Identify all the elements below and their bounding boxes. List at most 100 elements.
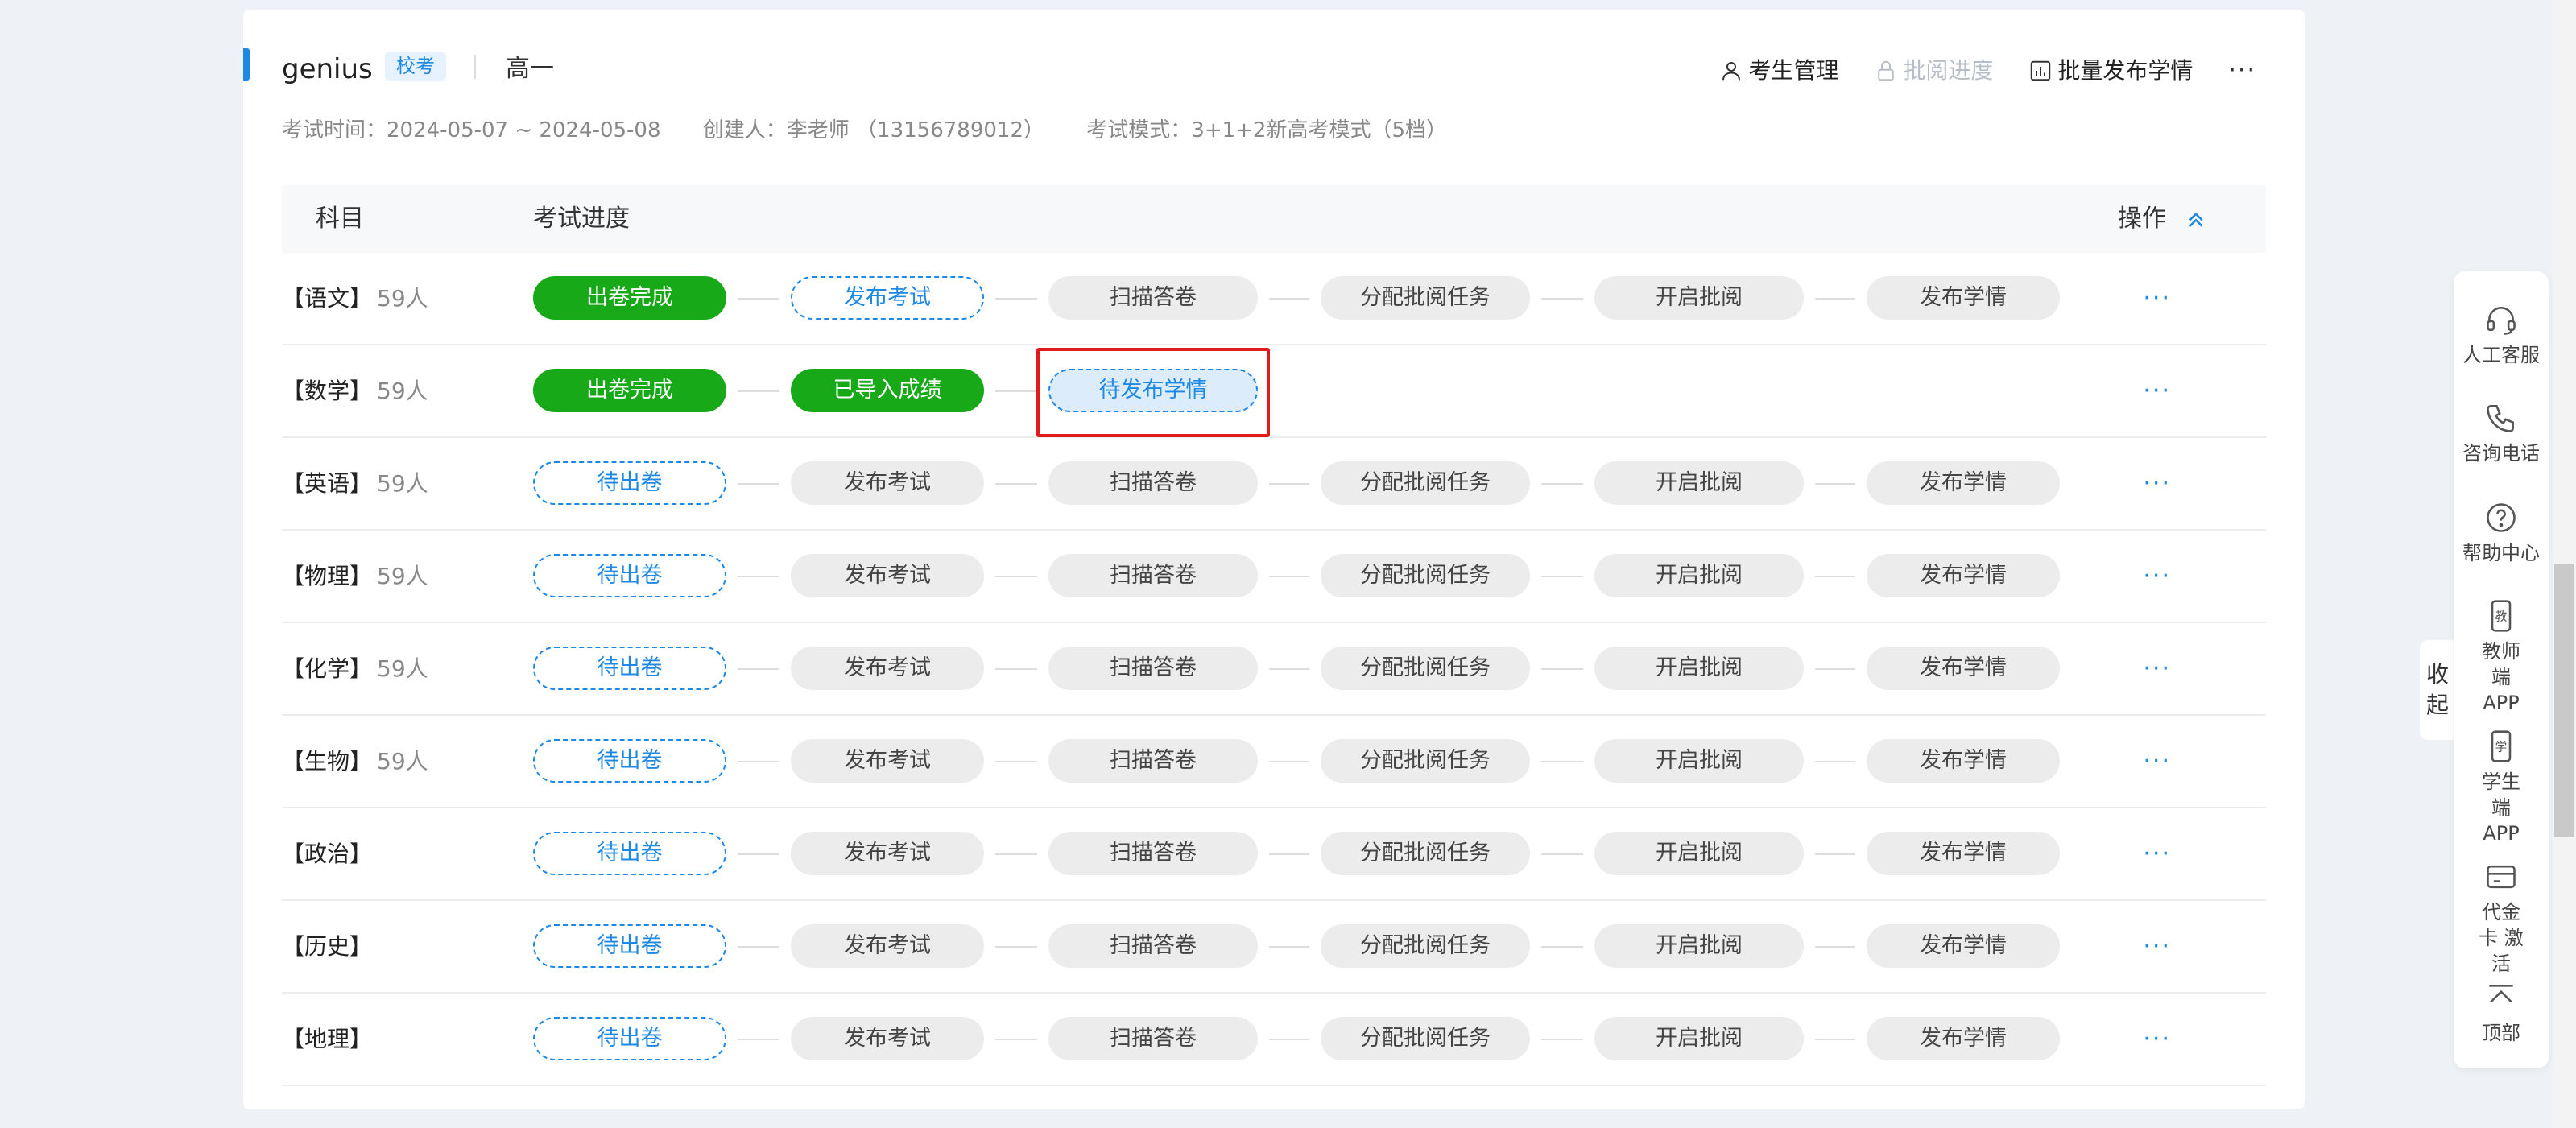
row-more-button[interactable]: ··· <box>2143 994 2171 1085</box>
table-row: 【历史】 待出卷 发布考试 扫描答卷 分配批阅任务 开启批阅 发布学情 ··· <box>282 901 2266 994</box>
collapse-up-icon[interactable] <box>2184 207 2208 231</box>
student-management-label: 考生管理 <box>1748 57 1839 84</box>
progress-step-4: 分配批阅任务 <box>1321 739 1530 783</box>
progress-step-4: 分配批阅任务 <box>1321 1017 1530 1060</box>
row-more-button[interactable]: ··· <box>2143 808 2171 899</box>
subject-cell: 【生物】 59人 <box>282 716 428 807</box>
exam-time: 考试时间：2024-05-07 ~ 2024-05-08 <box>282 118 661 143</box>
student-app-label: 学生端 APP <box>2482 771 2520 845</box>
voucher-activate-button[interactable]: 代金卡 激活 <box>2454 859 2549 977</box>
progress-step-6: 发布学情 <box>1867 924 2060 968</box>
student-app-icon: 学 <box>2491 730 2512 762</box>
scrollbar-thumb[interactable] <box>2554 564 2574 837</box>
highlight-box <box>1036 348 1270 437</box>
step-connector <box>1815 576 1855 577</box>
subject-name: 【历史】 <box>282 933 373 960</box>
progress-step-2: 发布考试 <box>791 924 984 968</box>
voucher-activate-label: 代金卡 激活 <box>2479 901 2524 975</box>
subject-name: 【语文】 <box>282 285 373 312</box>
grading-progress-button[interactable]: 批阅进度 <box>1874 55 1993 87</box>
progress-step-4: 分配批阅任务 <box>1321 647 1530 690</box>
progress-table: 科目 考试进度 操作 【语文】 59人 出卷完成 发布考试 扫描答卷 分配批阅任务 开启批阅… <box>282 185 2266 1086</box>
step-connector <box>1815 761 1855 762</box>
step-connector <box>1541 483 1583 485</box>
progress-step-2[interactable]: 发布考试 <box>791 276 984 320</box>
progress-step-1[interactable]: 出卷完成 <box>533 276 726 320</box>
step-connector <box>1541 1039 1583 1040</box>
step-connector <box>995 298 1037 300</box>
progress-step-4: 分配批阅任务 <box>1321 924 1530 968</box>
progress-step-6: 发布学情 <box>1867 647 2060 690</box>
step-connector <box>1269 761 1309 762</box>
subject-name: 【英语】 <box>282 470 373 497</box>
student-app-button[interactable]: 学 学生端 APP <box>2454 729 2549 846</box>
help-center-button[interactable]: 帮助中心 <box>2454 500 2549 566</box>
side-panel: 人工客服 咨询电话 帮助中心 教 教师端 APP 学 学生端 APP 代金卡 激… <box>2454 271 2549 1068</box>
progress-step-1[interactable]: 待出卷 <box>533 739 726 783</box>
subject-name: 【生物】 <box>282 748 373 775</box>
row-more-button[interactable]: ··· <box>2143 253 2171 344</box>
batch-publish-label: 批量发布学情 <box>2057 57 2194 84</box>
row-more-button[interactable]: ··· <box>2143 438 2171 529</box>
progress-step-1[interactable]: 待出卷 <box>533 924 726 968</box>
subject-cell: 【历史】 <box>282 901 377 992</box>
table-row: 【政治】 待出卷 发布考试 扫描答卷 分配批阅任务 开启批阅 发布学情 ··· <box>282 808 2266 901</box>
consult-phone-button[interactable]: 咨询电话 <box>2454 400 2549 466</box>
progress-step-6: 发布学情 <box>1867 739 2060 783</box>
step-connector <box>995 390 1037 392</box>
step-connector <box>1269 576 1309 577</box>
row-more-button[interactable]: ··· <box>2143 716 2171 807</box>
subject-name: 【政治】 <box>282 841 373 867</box>
subject-cell: 【化学】 59人 <box>282 623 428 714</box>
card-icon <box>2487 865 2516 889</box>
step-connector <box>738 946 779 948</box>
help-center-label: 帮助中心 <box>2462 542 2540 564</box>
step-connector <box>995 761 1037 762</box>
step-connector <box>1541 576 1583 577</box>
accent-bar <box>243 48 250 81</box>
table-row: 【物理】 59人 待出卷 发布考试 扫描答卷 分配批阅任务 开启批阅 发布学情 ··· <box>282 531 2266 623</box>
progress-step-5: 开启批阅 <box>1594 924 1804 968</box>
svg-text:学: 学 <box>2495 741 2508 754</box>
batch-publish-button[interactable]: 批量发布学情 <box>2028 55 2193 87</box>
table-row: 【语文】 59人 出卷完成 发布考试 扫描答卷 分配批阅任务 开启批阅 发布学情 ··· <box>282 253 2266 345</box>
header-subject: 科目 <box>316 205 364 233</box>
step-connector <box>738 298 779 300</box>
back-to-top-button[interactable]: 顶部 <box>2454 980 2549 1046</box>
table-row: 【生物】 59人 待出卷 发布考试 扫描答卷 分配批阅任务 开启批阅 发布学情 ··· <box>282 716 2266 808</box>
progress-step-1[interactable]: 待出卷 <box>533 832 726 875</box>
step-connector <box>1541 668 1583 670</box>
teacher-app-icon: 教 <box>2491 600 2512 632</box>
subject-name: 【物理】 <box>282 563 373 589</box>
subject-cell: 【数学】 59人 <box>282 345 428 436</box>
student-management-button[interactable]: 考生管理 <box>1719 55 1838 87</box>
step-connector <box>1269 946 1309 948</box>
row-more-button[interactable]: ··· <box>2143 901 2171 992</box>
collapse-sidebar-tab[interactable]: 收起 <box>2420 640 2455 740</box>
row-more-button[interactable]: ··· <box>2143 531 2171 622</box>
step-connector <box>738 390 779 392</box>
progress-step-1[interactable]: 待出卷 <box>533 1017 726 1060</box>
progress-step-6: 发布学情 <box>1867 554 2060 597</box>
step-connector <box>1541 298 1583 300</box>
subject-name: 【地理】 <box>282 1026 373 1052</box>
row-more-button[interactable]: ··· <box>2143 345 2171 436</box>
progress-step-6: 发布学情 <box>1867 1017 2060 1060</box>
step-connector <box>1541 853 1583 855</box>
progress-step-1[interactable]: 待出卷 <box>533 554 726 597</box>
step-connector <box>1269 853 1309 855</box>
progress-step-1[interactable]: 出卷完成 <box>533 369 726 412</box>
customer-service-button[interactable]: 人工客服 <box>2454 302 2549 368</box>
row-more-button[interactable]: ··· <box>2143 623 2171 714</box>
student-count: 59人 <box>377 563 428 589</box>
progress-step-5: 开启批阅 <box>1594 461 1804 505</box>
step-connector <box>1269 668 1309 670</box>
progress-step-3: 扫描答卷 <box>1048 276 1258 320</box>
teacher-app-button[interactable]: 教 教师端 APP <box>2454 598 2549 716</box>
header-more-button[interactable]: ··· <box>2228 55 2256 87</box>
progress-step-4: 分配批阅任务 <box>1321 832 1530 875</box>
progress-step-2[interactable]: 已导入成绩 <box>791 369 984 412</box>
progress-step-1[interactable]: 待出卷 <box>533 647 726 690</box>
progress-step-1[interactable]: 待出卷 <box>533 461 726 505</box>
progress-step-3: 扫描答卷 <box>1048 832 1258 875</box>
